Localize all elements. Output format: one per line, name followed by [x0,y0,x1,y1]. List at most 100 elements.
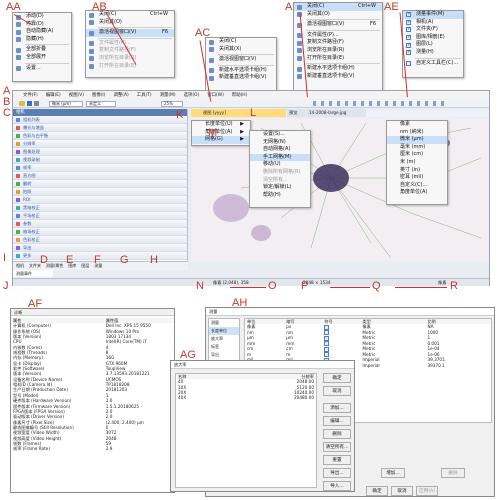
magnification-button[interactable]: 确定 [323,373,351,383]
menu-ae-item-7[interactable]: 自定义工具栏(C)... [403,60,463,68]
menu-ad-item-1[interactable]: 关闭其(O) [294,11,382,19]
zoom-select[interactable]: 25% [161,100,183,107]
tab-camera[interactable]: 相机 [16,263,24,269]
panel-row[interactable]: 图像处理 [13,148,187,156]
magnification-list[interactable]: 名称 分辨率 4X 2048.00 10X 5120.00 20X 10240.00 40X… [175,373,317,488]
measure-ok-button[interactable]: 确定 [366,486,388,496]
panel-row[interactable]: 导出 [13,244,187,252]
magnification-button[interactable]: 导入... [323,481,351,491]
panel-row[interactable]: 分辨率 [13,140,187,148]
menu-image[interactable]: 图像(I) [92,92,106,98]
tab-measure-props[interactable]: 测量/属性 [46,263,63,269]
menu-file[interactable]: 文件(F) [23,92,38,98]
menu-aa-item-2[interactable]: 自动隐藏(A) [13,28,71,36]
magnification-button[interactable]: 清空所有... [323,442,351,452]
checkbox-icon[interactable] [324,335,330,341]
bottom-tab-events[interactable]: 测量事件 [13,270,53,277]
menu-ae-item-2[interactable]: 文件夹(F) [403,26,463,34]
menu-ac-item-0[interactable]: 关闭(C) [206,38,276,46]
magnification-button[interactable]: 删除 [323,429,351,439]
menu-ab-item-0[interactable]: 关闭(C)Ctrl+W [86,11,174,19]
measure-side-item[interactable]: 放大率 [209,335,239,343]
image-canvas[interactable]: 长度单位(U) ▶ 角度单位(A) ▶ 网格(G) ▶ 设置(S)... 无网格(N) 自… [191,118,489,261]
panel-row[interactable]: 平场校正 [13,212,187,220]
table-row[interactable]: 40X 20480.00 [176,395,316,400]
doc-tab-image[interactable]: 14-2008-large.jpg [306,109,366,117]
menu-ad-item-7[interactable]: 浏览所在目录(R) [294,47,382,55]
open-icon[interactable] [19,101,25,106]
unit-select[interactable]: 微米 (μm) [49,100,83,107]
measure-add-button[interactable]: 增加... [381,468,405,478]
measure-delete-button[interactable]: 删除 [441,468,465,478]
measure-side-item[interactable]: 标签 [209,343,239,351]
grid-item[interactable]: 帮助(H) [250,192,310,200]
panel-row[interactable]: 色彩校正 [13,236,187,244]
grid-item[interactable]: 自动网格(A) [250,146,310,154]
unit-item[interactable]: 密耳 (mil) [387,174,447,182]
doc-tab-preview[interactable]: 预览 [287,109,305,117]
panel-row[interactable]: 直方图 [13,172,187,180]
panel-row[interactable]: 暗场校正 [13,228,187,236]
menu-aa-item-3[interactable]: 隐藏(H) [13,36,71,44]
grid-item[interactable]: 锁定/解锁(L) [250,184,310,192]
menu-ad-item-8[interactable]: 打开所在目录(E) [294,55,382,63]
menu-aa-item-5[interactable]: 全部折叠 [13,46,71,54]
tab-layers[interactable]: 图层 [81,263,89,269]
panel-row[interactable]: 参数 [13,220,187,228]
menu-help[interactable]: 帮助(H) [232,92,248,98]
menu-aa-item-8[interactable]: 设置... [13,65,71,73]
panel-row[interactable]: 曝光与增益 [13,124,187,132]
menu-adjust[interactable]: 调整(A) [113,92,128,98]
panel-row[interactable]: 视频录制 [13,156,187,164]
measure-side-item[interactable]: 长度单位 [209,327,239,335]
save-icon[interactable] [27,101,32,106]
menu-ac-item-1[interactable]: 关闭其(X) [206,46,276,54]
grid-item[interactable]: 移动(U) [250,161,310,169]
checkbox-icon[interactable] [324,341,330,347]
ctx-length-unit[interactable]: 长度单位(U) ▶ [192,121,250,129]
unit-item[interactable]: 厘米 (cm) [387,151,447,159]
menu-aa-item-6[interactable]: 全部展开 [13,54,71,62]
checkbox-icon[interactable] [324,352,330,358]
magnification-button[interactable]: 编辑... [323,416,351,426]
unit-item[interactable]: 像素 [387,121,447,129]
doc-tab-view[interactable]: 视图 [yyyy] [191,109,286,117]
magnification-button[interactable]: 导出... [323,468,351,478]
menu-ad-item-3[interactable]: 激活视图窗口(V) F6 [294,21,382,29]
panel-row[interactable]: 拍照 [13,188,187,196]
grid-item[interactable]: 删除所有网格(R) [250,169,310,177]
menu-ad-item-0[interactable]: 关闭(C) Ctrl+W [294,3,382,11]
menu-ac-item-6[interactable]: 新建垂直选项卡组(V) [206,74,276,82]
panel-row[interactable]: 帧率 [13,164,187,172]
checkbox-icon[interactable] [324,324,330,330]
measure-side-item[interactable]: 导出 [209,351,239,359]
panel-row[interactable]: 色彩与白平衡 [13,132,187,140]
magnification-button[interactable]: 重置 [323,455,351,465]
menu-view[interactable]: 视图(V) [69,92,84,98]
unit-item[interactable]: 角度单位(A) [387,189,447,197]
panel-row[interactable]: 黑暗校正 [13,204,187,212]
menu-ae-item-0[interactable]: 测量事件(M) [403,11,463,19]
menu-options[interactable]: 选项(O) [184,92,200,98]
measure-side-item[interactable]: 测量 [209,319,239,327]
ctx-grid[interactable]: 网格(G) ▶ [192,136,250,144]
grid-item[interactable]: 设置(S)... [250,131,310,139]
preset-select[interactable]: 未定义 [86,100,116,107]
menu-ab-item-1[interactable]: 关闭其(O) [86,19,174,27]
print-icon[interactable] [34,101,39,106]
unit-item[interactable]: 微米 (μm) [387,136,447,144]
menu-ab-item-8[interactable]: 打开所在目录(E) [86,63,174,71]
menu-ae-item-4[interactable]: 图层(L) [403,41,463,49]
measure-tools[interactable] [313,101,448,106]
menu-ad-item-11[interactable]: 新建垂直选项卡组(V) [294,73,382,81]
unit-item[interactable]: 米 (m) [387,159,447,167]
menu-ad-item-10[interactable]: 新建水平选项卡组(H) [294,65,382,73]
panel-row[interactable]: 翻转 [13,180,187,188]
measure-apply-button[interactable]: 应用(A) [416,486,438,496]
checkbox-icon[interactable] [324,346,330,352]
checkbox-icon[interactable] [324,330,330,336]
panel-row[interactable]: ROI [13,196,187,204]
measure-cancel-button[interactable]: 取消 [391,486,413,496]
menu-ad-item-6[interactable]: 复制文件路径(F) [294,39,382,47]
menu-ae-item-3[interactable]: 图库/相册(E) [403,34,463,42]
